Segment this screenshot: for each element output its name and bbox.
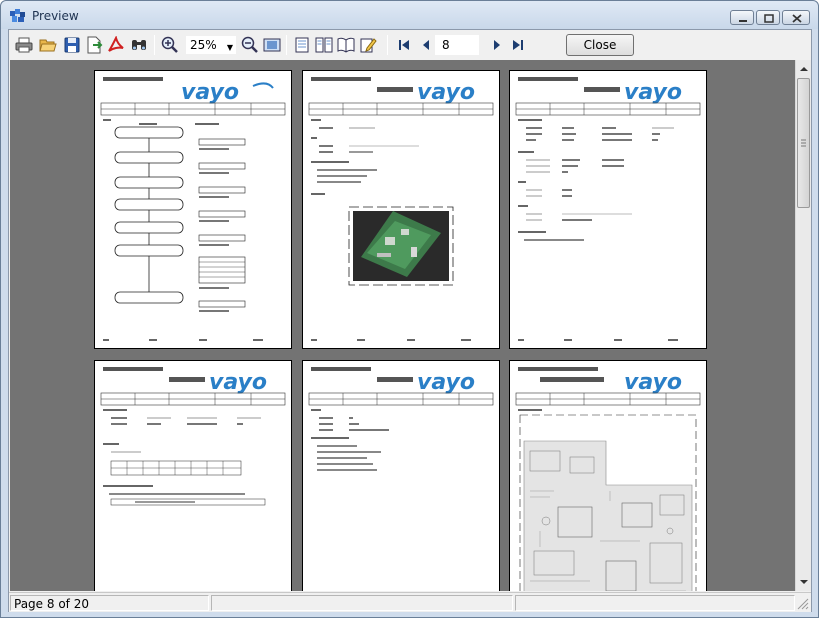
zoom-in-icon[interactable] [161, 36, 179, 54]
scrollbar-thumb[interactable] [797, 78, 810, 208]
zoom-select[interactable]: 25% ▼ [185, 35, 237, 55]
vertical-scrollbar[interactable] [795, 60, 811, 591]
prev-page-icon[interactable] [417, 36, 435, 54]
grip-icon [801, 139, 806, 147]
page-thumbnail-3[interactable]: vayo [509, 70, 707, 349]
zoom-value: 25% [190, 38, 217, 52]
status-page-info: Page 8 of 20 [14, 597, 89, 611]
close-window-button[interactable] [782, 10, 810, 25]
close-icon [792, 14, 802, 23]
vayo-logo: vayo [417, 370, 475, 395]
maximize-button[interactable] [756, 10, 780, 25]
first-page-icon[interactable] [395, 36, 413, 54]
status-page-panel: Page 8 of 20 [10, 595, 209, 611]
status-panel-2 [211, 595, 513, 611]
chevron-down-icon: ▼ [226, 43, 233, 52]
close-button[interactable]: Close [566, 34, 634, 56]
scroll-up-icon[interactable] [796, 62, 812, 76]
minimize-button[interactable] [730, 10, 754, 25]
vayo-logo: vayo [417, 80, 475, 105]
status-bar: Page 8 of 20 [9, 592, 811, 612]
print-icon[interactable] [15, 36, 33, 54]
page-thumbnail-content: vayo [308, 77, 494, 341]
find-icon[interactable] [130, 36, 148, 54]
vayo-logo: vayo [181, 80, 239, 105]
window-title: Preview [32, 9, 79, 23]
toolbar-separator [387, 35, 388, 55]
next-page-icon[interactable] [488, 36, 506, 54]
book-icon[interactable] [337, 36, 355, 54]
single-page-icon[interactable] [293, 36, 311, 54]
client-area: 25% ▼ 8 Close vayo vayo vayo vayo vayo v… [8, 29, 812, 612]
toolbar: 25% ▼ 8 Close [9, 30, 811, 60]
fit-page-icon[interactable] [263, 36, 281, 54]
export-icon[interactable] [85, 36, 103, 54]
preview-area[interactable]: vayo vayo vayo vayo vayo vayo [10, 60, 795, 591]
page-thumbnail-1[interactable]: vayo [94, 70, 292, 349]
resize-grip-icon[interactable] [796, 597, 810, 611]
pdf-icon[interactable] [107, 36, 125, 54]
title-bar[interactable]: Preview [1, 1, 818, 29]
vayo-logo: vayo [624, 80, 682, 105]
scroll-down-icon[interactable] [796, 575, 812, 589]
page-thumbnail-6[interactable]: vayo [509, 360, 707, 591]
page-thumbnail-5[interactable]: vayo [302, 360, 500, 591]
page-thumbnail-content: vayo [515, 367, 701, 591]
toolbar-separator [286, 35, 287, 55]
last-page-icon[interactable] [509, 36, 527, 54]
vayo-logo: vayo [209, 370, 267, 395]
preview-window: Preview 25% ▼ 8 Close vayo vayo vayo vay… [0, 0, 819, 618]
page-thumbnail-content: vayo [515, 77, 701, 341]
edit-icon[interactable] [359, 36, 377, 54]
preview-app-icon [10, 9, 26, 23]
page-thumbnail-content: vayo [100, 367, 286, 506]
page-thumbnail-content: vayo [308, 367, 494, 471]
page-number-value: 8 [442, 38, 450, 52]
minimize-icon [739, 20, 747, 22]
save-icon[interactable] [63, 36, 81, 54]
page-number-input[interactable]: 8 [435, 35, 479, 55]
zoom-out-icon[interactable] [241, 36, 259, 54]
page-thumbnail-content: vayo [100, 77, 286, 341]
maximize-icon [764, 14, 774, 23]
vayo-logo: vayo [624, 370, 682, 395]
open-icon[interactable] [39, 36, 57, 54]
toolbar-separator [154, 35, 155, 55]
page-thumbnail-2[interactable]: vayo [302, 70, 500, 349]
page-thumbnail-4[interactable]: vayo [94, 360, 292, 591]
two-pages-icon[interactable] [315, 36, 333, 54]
status-panel-3 [515, 595, 795, 611]
